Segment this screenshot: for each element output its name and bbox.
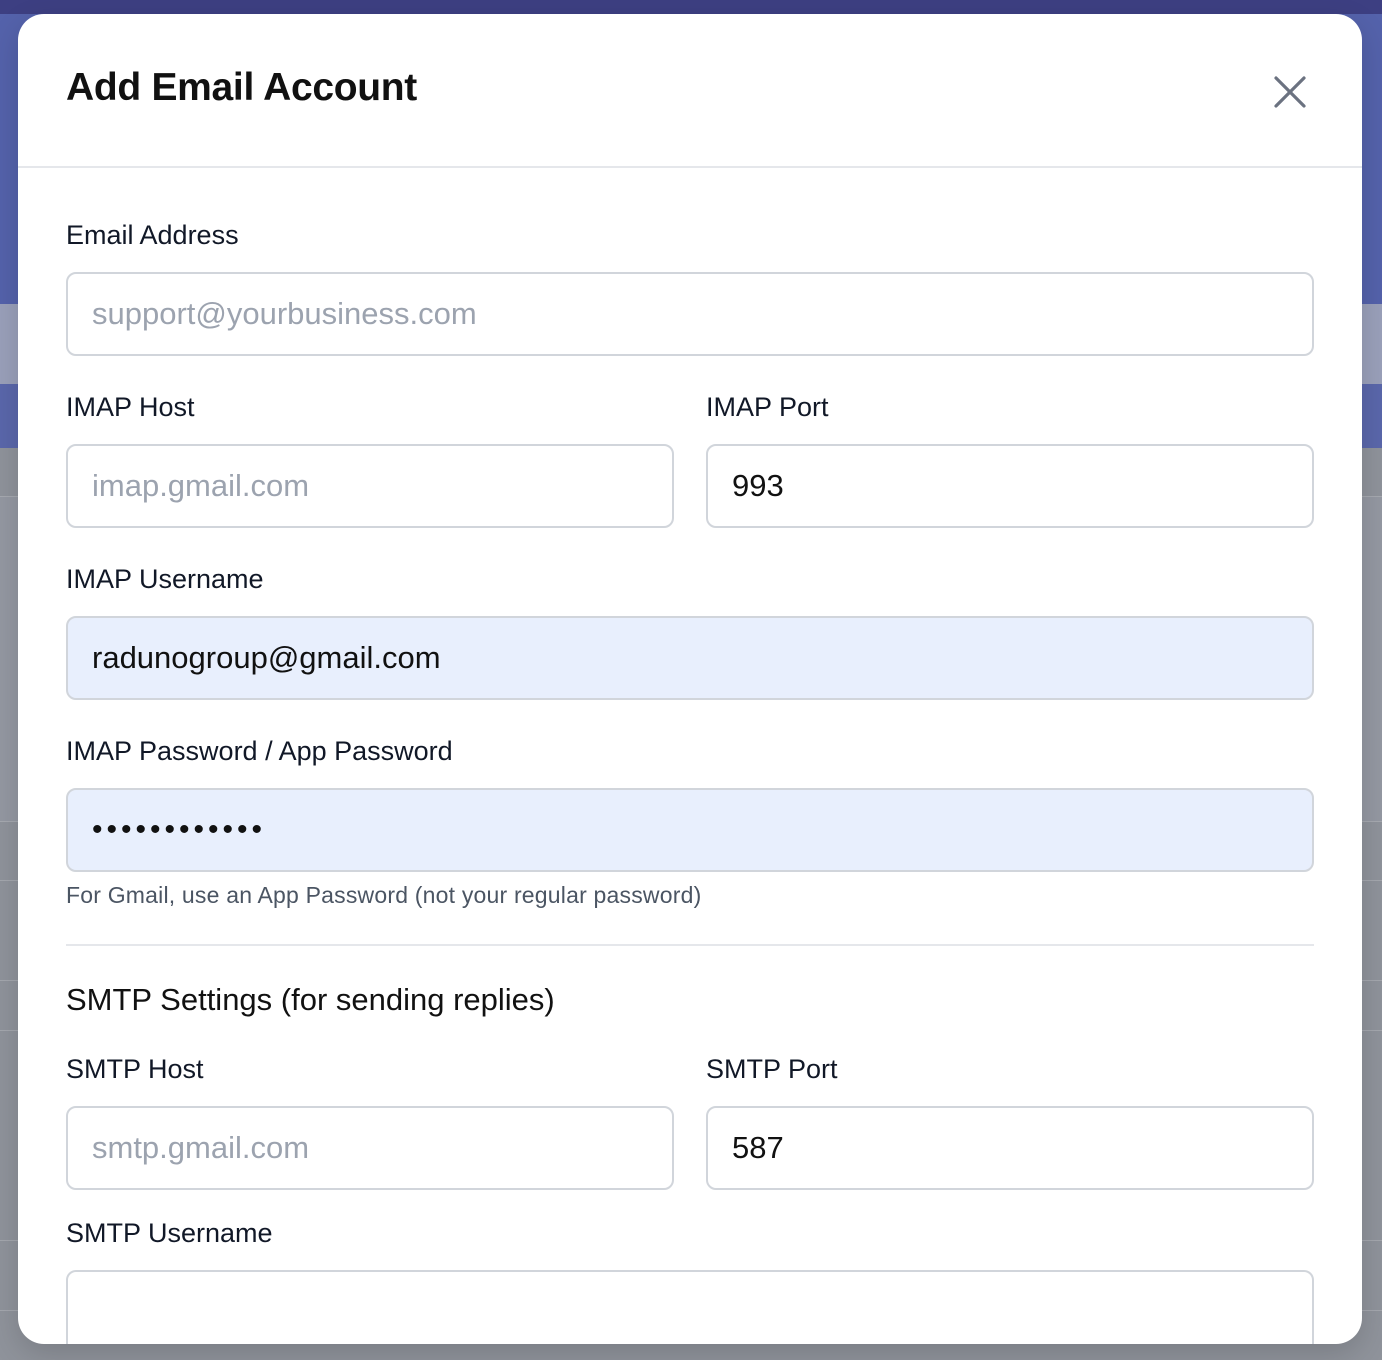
- imap-username-label: IMAP Username: [66, 564, 264, 594]
- imap-password-input[interactable]: [66, 788, 1314, 872]
- imap-host-label: IMAP Host: [66, 392, 195, 422]
- imap-host-input[interactable]: [66, 444, 674, 528]
- modal-header: Add Email Account: [18, 14, 1362, 168]
- imap-password-label: IMAP Password / App Password: [66, 736, 453, 766]
- smtp-host-input[interactable]: [66, 1106, 674, 1190]
- smtp-host-label: SMTP Host: [66, 1054, 204, 1084]
- modal-title: Add Email Account: [66, 66, 417, 109]
- imap-port-input[interactable]: [706, 444, 1314, 528]
- backdrop-topbar: [0, 0, 1382, 14]
- imap-username-input[interactable]: [66, 616, 1314, 700]
- close-icon: [1274, 76, 1306, 108]
- smtp-username-input[interactable]: [66, 1270, 1314, 1344]
- section-divider: [66, 944, 1314, 946]
- imap-port-label: IMAP Port: [706, 392, 829, 422]
- imap-password-hint: For Gmail, use an App Password (not your…: [66, 882, 702, 908]
- smtp-section-title: SMTP Settings (for sending replies): [66, 982, 555, 1017]
- smtp-username-label: SMTP Username: [66, 1218, 273, 1248]
- close-button[interactable]: [1264, 66, 1316, 118]
- email-address-label: Email Address: [66, 220, 239, 250]
- add-email-account-modal: Add Email Account Email Address IMAP Hos…: [18, 14, 1362, 1344]
- email-address-input[interactable]: [66, 272, 1314, 356]
- smtp-port-input[interactable]: [706, 1106, 1314, 1190]
- smtp-port-label: SMTP Port: [706, 1054, 838, 1084]
